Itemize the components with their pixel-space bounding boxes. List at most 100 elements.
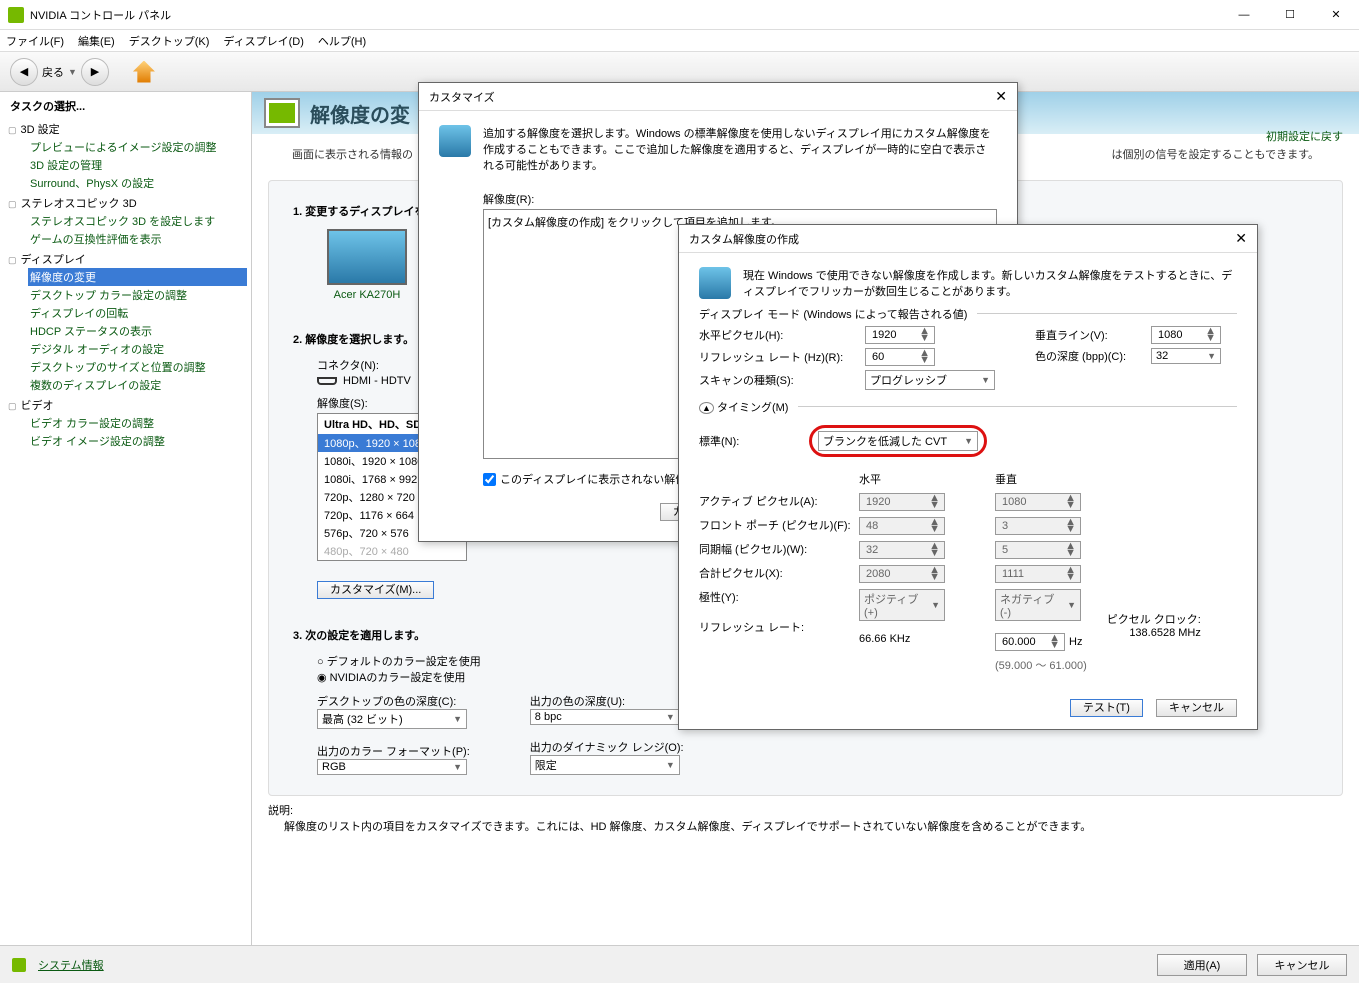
nvidia-logo-icon [8, 7, 24, 23]
dialog-desc: 追加する解像度を選択します。Windows の標準解像度を使用しないディスプレイ… [483, 125, 997, 173]
cancel-button[interactable]: キャンセル [1156, 699, 1237, 717]
explain-header: 説明: [268, 802, 1343, 818]
hdmi-icon [317, 377, 337, 385]
apply-button[interactable]: 適用(A) [1157, 954, 1247, 976]
fporch-v-input[interactable]: 3▲▼ [995, 517, 1081, 535]
monitor-name: Acer KA270H [317, 289, 417, 301]
tree-item[interactable]: ステレオスコピック 3D を設定します [28, 212, 247, 230]
home-icon[interactable] [133, 61, 155, 83]
sync-h-input[interactable]: 32▲▼ [859, 541, 945, 559]
total-v-input[interactable]: 1111▲▼ [995, 565, 1081, 583]
rr-v-input[interactable]: 60.000▲▼ [995, 633, 1065, 651]
tree-item[interactable]: ビデオ カラー設定の調整 [28, 414, 247, 432]
polarity-v-select[interactable]: ネガティブ (-)▼ [995, 589, 1081, 621]
window-title: NVIDIA コントロール パネル [30, 7, 1221, 23]
maximize-button[interactable]: ☐ [1267, 0, 1313, 30]
tree-display[interactable]: ディスプレイ [8, 250, 247, 268]
close-button[interactable]: ✕ [1313, 0, 1359, 30]
res-item[interactable]: 480p、720 × 480 [318, 542, 466, 560]
show-unsupported-checkbox[interactable] [483, 473, 496, 486]
reset-defaults-link[interactable]: 初期設定に戻す [1266, 128, 1343, 144]
chevron-down-icon: ▼ [1207, 351, 1216, 361]
active-v-input[interactable]: 1080▲▼ [995, 493, 1081, 511]
page-title: 解像度の変 [310, 99, 410, 128]
tree-item[interactable]: 3D 設定の管理 [28, 156, 247, 174]
chevron-down-icon: ▼ [981, 375, 990, 385]
explain-text: 解像度のリスト内の項目をカスタマイズできます。これには、HD 解像度、カスタム解… [268, 818, 1343, 834]
tree-item[interactable]: HDCP ステータスの表示 [28, 322, 247, 340]
fieldset-legend: ▲ タイミング(M) [699, 399, 798, 415]
cancel-button[interactable]: キャンセル [1257, 954, 1347, 976]
tree-item[interactable]: ビデオ イメージ設定の調整 [28, 432, 247, 450]
system-info-link[interactable]: システム情報 [38, 957, 1147, 973]
resolution-label: 解像度(R): [483, 191, 997, 207]
tree-item[interactable]: デジタル オーディオの設定 [28, 340, 247, 358]
dynamic-range-select[interactable]: 限定▼ [530, 755, 680, 775]
window-controls: — ☐ ✕ [1221, 0, 1359, 30]
tree-item[interactable]: Surround、PhysX の設定 [28, 174, 247, 192]
timing-standard-select[interactable]: ブランクを低減した CVT▼ [818, 431, 978, 451]
menu-edit[interactable]: 編集(E) [78, 33, 115, 49]
tree-3d[interactable]: 3D 設定 [8, 120, 247, 138]
monitor-thumbnail[interactable] [327, 229, 407, 285]
customize-button[interactable]: カスタマイズ(M)... [317, 581, 434, 599]
output-depth-select[interactable]: 8 bpc▼ [530, 709, 680, 725]
back-dropdown-icon[interactable]: ▼ [68, 67, 77, 77]
collapse-icon[interactable]: ▲ [699, 402, 714, 414]
menu-display[interactable]: ディスプレイ(D) [223, 33, 304, 49]
close-icon[interactable]: ✕ [995, 88, 1007, 105]
rr-range: (59.000 ～ 61.000) [995, 657, 1087, 673]
chevron-down-icon: ▼ [453, 762, 462, 772]
minimize-button[interactable]: — [1221, 0, 1267, 30]
tree-item[interactable]: 複数のディスプレイの設定 [28, 376, 247, 394]
menu-file[interactable]: ファイル(F) [6, 33, 64, 49]
fporch-h-input[interactable]: 48▲▼ [859, 517, 945, 535]
active-h-input[interactable]: 1920▲▼ [859, 493, 945, 511]
tree-item[interactable]: プレビューによるイメージ設定の調整 [28, 138, 247, 156]
polarity-h-select[interactable]: ポジティブ (+)▼ [859, 589, 945, 621]
tree-stereo[interactable]: ステレオスコピック 3D [8, 194, 247, 212]
titlebar: NVIDIA コントロール パネル — ☐ ✕ [0, 0, 1359, 30]
h-column-header: 水平 [859, 471, 945, 487]
chevron-down-icon: ▼ [666, 760, 675, 770]
sidebar: タスクの選択... 3D 設定 プレビューによるイメージ設定の調整 3D 設定の… [0, 92, 252, 983]
nvidia-small-icon [12, 958, 26, 972]
timing-fieldset: ▲ タイミング(M) 標準(N): ブランクを低減した CVT▼ アクティブ ピ… [699, 406, 1237, 673]
back-label: 戻る [42, 64, 64, 80]
tree-item[interactable]: ゲームの互換性評価を表示 [28, 230, 247, 248]
h-pixels-input[interactable]: 1920▲▼ [865, 326, 935, 344]
scan-type-select[interactable]: プログレッシブ▼ [865, 370, 995, 390]
color-depth-select[interactable]: 32▼ [1151, 348, 1221, 364]
color-format-label: 出力のカラー フォーマット(P): [317, 743, 470, 759]
output-depth-label: 出力の色の深度(U): [530, 693, 684, 709]
tree-item[interactable]: デスクトップのサイズと位置の調整 [28, 358, 247, 376]
total-h-input[interactable]: 2080▲▼ [859, 565, 945, 583]
menu-desktop[interactable]: デスクトップ(K) [129, 33, 210, 49]
test-button[interactable]: テスト(T) [1070, 699, 1143, 717]
v-lines-input[interactable]: 1080▲▼ [1151, 326, 1221, 344]
tree-video[interactable]: ビデオ [8, 396, 247, 414]
forward-button[interactable]: ▶ [81, 58, 109, 86]
pixel-clock-value: 138.6528 MHz [1107, 627, 1201, 639]
sync-v-input[interactable]: 5▲▼ [995, 541, 1081, 559]
fieldset-legend: ディスプレイ モード (Windows によって報告される値) [699, 306, 977, 322]
chevron-down-icon: ▼ [964, 436, 973, 446]
info-icon [439, 125, 471, 157]
bottom-bar: システム情報 適用(A) キャンセル [0, 945, 1359, 983]
color-format-select[interactable]: RGB▼ [317, 759, 467, 775]
task-tree: 3D 設定 プレビューによるイメージ設定の調整 3D 設定の管理 Surroun… [4, 116, 247, 450]
back-button[interactable]: ◀ [10, 58, 38, 86]
pixel-clock-label: ピクセル クロック: [1107, 611, 1201, 627]
tree-item[interactable]: デスクトップ カラー設定の調整 [28, 286, 247, 304]
explain-section: 説明: 解像度のリスト内の項目をカスタマイズできます。これには、HD 解像度、カ… [268, 802, 1343, 834]
tree-item[interactable]: ディスプレイの回転 [28, 304, 247, 322]
dialog-desc: 現在 Windows で使用できない解像度を作成します。新しいカスタム解像度をテ… [743, 267, 1237, 299]
close-icon[interactable]: ✕ [1235, 230, 1247, 247]
desktop-depth-select[interactable]: 最高 (32 ビット)▼ [317, 709, 467, 729]
checkbox-label: このディスプレイに表示されない解像度を [500, 471, 708, 487]
highlight-ring: ブランクを低減した CVT▼ [809, 425, 987, 457]
refresh-rate-input[interactable]: 60▲▼ [865, 348, 935, 366]
menu-help[interactable]: ヘルプ(H) [318, 33, 366, 49]
tree-item-resolution[interactable]: 解像度の変更 [28, 268, 247, 286]
dialog-title: カスタム解像度の作成 [689, 231, 799, 247]
